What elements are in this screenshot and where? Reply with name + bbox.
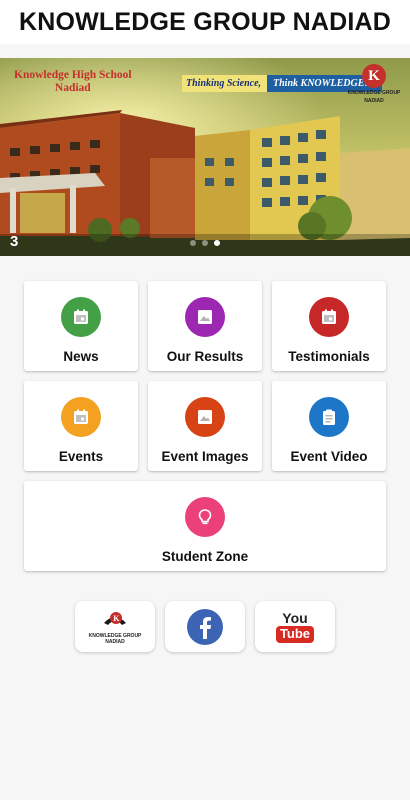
app-header: KNOWLEDGE GROUP NADIAD [0, 0, 410, 44]
banner-tagline-left: Thinking Science, [182, 74, 268, 92]
image-icon [198, 410, 212, 424]
social-logo-subtext: NADIAD [105, 638, 125, 645]
carousel-indicators [190, 240, 220, 246]
calendar-icon [74, 409, 88, 424]
banner-logo-text: KNOWLEDGE GROUP [347, 90, 401, 96]
student-zone-label: Student Zone [161, 549, 249, 564]
app-title: KNOWLEDGE GROUP NADIAD [18, 7, 391, 36]
calendar-icon [322, 309, 336, 324]
event-video-icon-circle [309, 397, 349, 437]
youtube-button[interactable]: You Tube [255, 601, 335, 652]
facebook-button[interactable] [165, 601, 245, 652]
news-label: News [63, 349, 99, 364]
tile-events[interactable]: Events [24, 381, 138, 471]
youtube-icon-top: You [282, 609, 308, 626]
calendar-icon [74, 309, 88, 324]
tile-news[interactable]: News [24, 281, 138, 371]
student-zone-icon-circle [185, 497, 225, 537]
lightbulb-icon [198, 509, 212, 525]
tile-student-zone[interactable]: Student Zone [24, 481, 386, 571]
knowledge-group-website-button[interactable]: K KNOWLEDGE GROUP NADIAD [75, 601, 155, 652]
banner-school-line1: Knowledge High School [14, 69, 132, 81]
event-images-icon-circle [185, 397, 225, 437]
carousel-dot[interactable] [202, 240, 208, 246]
facebook-icon [187, 608, 223, 645]
tile-testimonials[interactable]: Testimonials [272, 281, 386, 371]
image-icon [198, 310, 212, 324]
our-results-icon-circle [185, 297, 225, 337]
banner-logo-subtext: NADIAD [364, 98, 384, 104]
tile-event-video[interactable]: Event Video [272, 381, 386, 471]
slide-counter: 3 [10, 233, 19, 250]
events-label: Events [58, 449, 104, 464]
clipboard-icon [323, 409, 335, 425]
svg-text:K: K [113, 614, 120, 623]
carousel-dot[interactable] [214, 240, 220, 246]
banner-school-name: Knowledge High School Nadiad [14, 69, 132, 95]
knowledge-group-logo-icon: K [104, 611, 126, 625]
event-video-label: Event Video [290, 449, 368, 464]
our-results-label: Our Results [166, 349, 244, 364]
banner-logo-mark: K [362, 64, 386, 88]
youtube-icon-bottom: Tube [275, 625, 315, 643]
testimonials-icon-circle [309, 297, 349, 337]
testimonials-label: Testimonials [288, 349, 370, 364]
banner-logo: K KNOWLEDGE GROUP NADIAD [346, 64, 402, 104]
events-icon-circle [61, 397, 101, 437]
carousel-dot[interactable] [190, 240, 196, 246]
news-icon-circle [61, 297, 101, 337]
tile-event-images[interactable]: Event Images [148, 381, 262, 471]
banner-carousel[interactable]: Knowledge High School Nadiad Thinking Sc… [0, 58, 410, 256]
tile-our-results[interactable]: Our Results [148, 281, 262, 371]
banner-school-line2: Nadiad [54, 82, 91, 94]
event-images-label: Event Images [161, 449, 249, 464]
